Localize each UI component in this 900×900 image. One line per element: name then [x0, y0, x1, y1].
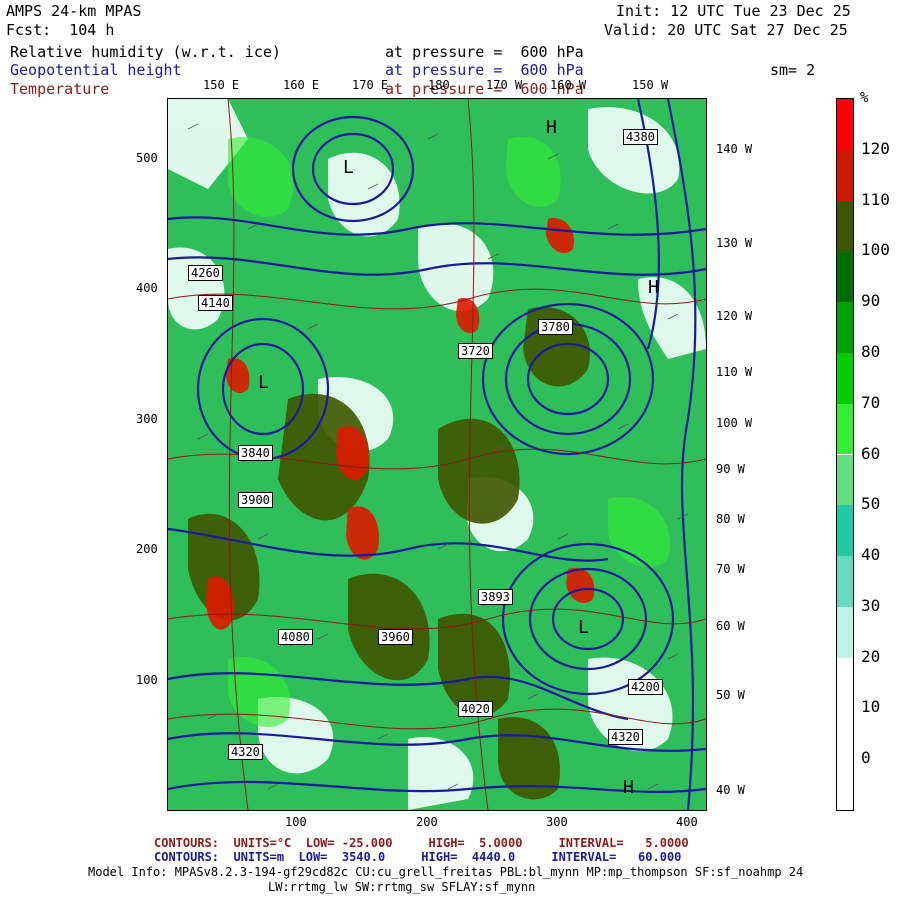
colorbar-segment — [837, 708, 853, 760]
height-label: 4020 — [458, 701, 493, 717]
smoothing-label: sm= 2 — [770, 61, 816, 79]
lon-label-150w: 150 W — [632, 78, 669, 92]
lon-label-100w: 100 W — [716, 416, 753, 430]
high-center: H — [546, 117, 557, 138]
colorbar-tick-label: 90 — [861, 291, 881, 311]
colorbar-tick-label: 20 — [861, 646, 881, 666]
colorbar-segment — [837, 759, 853, 810]
colorbar-tick-label: 70 — [861, 392, 881, 412]
field1-name: Relative humidity (w.r.t. ice) — [10, 43, 281, 61]
colorbar-tick-label: 30 — [861, 595, 881, 615]
colorbar-segment — [837, 606, 853, 658]
colorbar-tick-label: 60 — [861, 443, 881, 463]
model-info-line2: LW:rrtmg_lw SW:rrtmg_sw SFLAY:sf_mynn — [268, 880, 536, 894]
colorbar-tick-label: 100 — [861, 240, 890, 260]
colorbar-segment — [837, 149, 853, 201]
lon-label-70w: 70 W — [716, 562, 745, 576]
lon-label-160w: 160 W — [550, 78, 587, 92]
colorbar-segment — [837, 352, 853, 404]
colorbar-tick-label: 40 — [861, 545, 881, 565]
colorbar-tick-label: 120 — [861, 138, 890, 158]
y-tick-500: 500 — [136, 151, 158, 165]
colorbar-segment — [837, 556, 853, 607]
x-tick-300: 300 — [546, 815, 568, 829]
forecast-hour: Fcst: 104 h — [6, 21, 115, 39]
colorbar-segment — [837, 657, 853, 709]
high-center: H — [623, 777, 634, 798]
colorbar-tick-label: 110 — [861, 189, 890, 209]
height-label: 3780 — [538, 319, 573, 335]
height-label: 4380 — [623, 129, 658, 145]
rh-colorbar — [836, 98, 854, 811]
lon-label-80w: 80 W — [716, 512, 745, 526]
y-tick-300: 300 — [136, 412, 158, 426]
height-label: 3960 — [378, 629, 413, 645]
colorbar-segment — [837, 403, 853, 455]
x-tick-100: 100 — [285, 815, 307, 829]
high-center: H — [648, 277, 659, 298]
colorbar-tick-label: 10 — [861, 697, 881, 717]
y-tick-400: 400 — [136, 281, 158, 295]
valid-time: Valid: 20 UTC Sat 27 Dec 25 — [604, 21, 848, 39]
low-center: L — [578, 617, 589, 638]
height-contour-info: CONTOURS: UNITS=m LOW= 3540.0 HIGH= 4440… — [154, 850, 682, 864]
colorbar-segment — [837, 505, 853, 557]
height-label: 4200 — [628, 679, 663, 695]
height-label: 4260 — [188, 265, 223, 281]
lon-label-170e: 170 E — [352, 78, 389, 92]
colorbar-segment — [837, 454, 853, 506]
lon-label-130w: 130 W — [716, 236, 753, 250]
height-label: 3900 — [238, 492, 273, 508]
lon-label-40w: 40 W — [716, 783, 745, 797]
lon-label-170w: 170 W — [486, 78, 523, 92]
low-center: L — [343, 157, 354, 178]
colorbar-tick-label: 0 — [861, 748, 871, 768]
model-title: AMPS 24-km MPAS — [6, 2, 142, 20]
height-label: 3840 — [238, 445, 273, 461]
x-tick-200: 200 — [416, 815, 438, 829]
colorbar-segment — [837, 302, 853, 353]
y-tick-100: 100 — [136, 673, 158, 687]
lon-label-140w: 140 W — [716, 142, 753, 156]
field1-level: at pressure = 600 hPa — [385, 43, 584, 61]
colorbar-segment — [837, 251, 853, 303]
colorbar-segment — [837, 200, 853, 252]
lon-label-180: 180 — [428, 78, 450, 92]
field2-level: at pressure = 600 hPa — [385, 61, 584, 79]
temp-contour-info: CONTOURS: UNITS=°C LOW= -25.000 HIGH= 5.… — [154, 836, 689, 850]
height-label: 4320 — [608, 729, 643, 745]
colorbar-segment — [837, 99, 853, 150]
lon-label-60w: 60 W — [716, 619, 745, 633]
colorbar-unit: % — [860, 90, 869, 106]
map-panel: 4380 4320 4260 4200 4140 4080 4020 3960 … — [167, 98, 707, 811]
height-label: 4320 — [228, 744, 263, 760]
lon-label-150e: 150 E — [203, 78, 240, 92]
field3-name: Temperature — [10, 80, 110, 98]
init-time: Init: 12 UTC Tue 23 Dec 25 — [616, 2, 851, 20]
y-tick-200: 200 — [136, 542, 158, 556]
height-label: 3720 — [458, 343, 493, 359]
colorbar-tick-label: 50 — [861, 494, 881, 514]
field2-name: Geopotential height — [10, 61, 182, 79]
lon-label-110w: 110 W — [716, 365, 753, 379]
height-label: 4080 — [278, 629, 313, 645]
x-tick-400: 400 — [676, 815, 698, 829]
height-label: 4140 — [198, 295, 233, 311]
height-label: 3893 — [478, 589, 513, 605]
lon-label-120w: 120 W — [716, 309, 753, 323]
lon-label-90w: 90 W — [716, 462, 745, 476]
colorbar-tick-label: 80 — [861, 341, 881, 361]
lon-label-50w: 50 W — [716, 688, 745, 702]
low-center: L — [258, 372, 269, 393]
model-info: Model Info: MPASv8.2.3-194-gf29cd82c CU:… — [88, 865, 804, 879]
lon-label-160e: 160 E — [283, 78, 320, 92]
